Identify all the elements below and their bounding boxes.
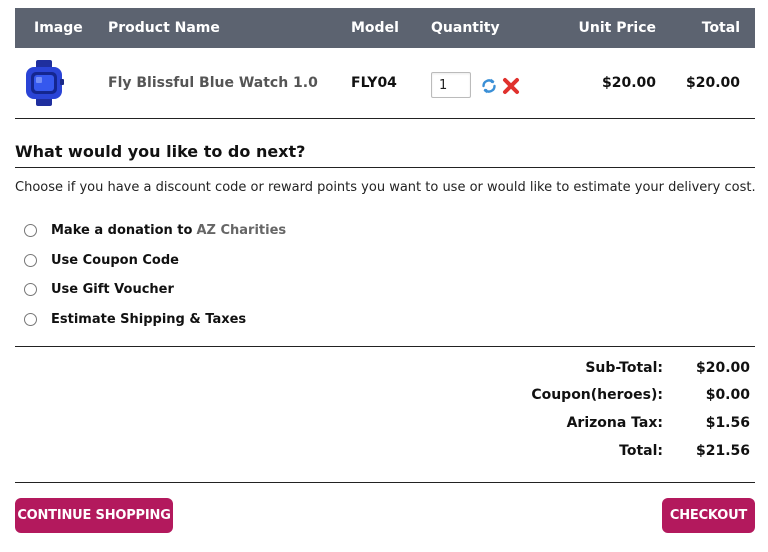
total-label: Total: bbox=[619, 443, 663, 459]
option-gift-voucher[interactable]: Use Gift Voucher bbox=[24, 280, 174, 298]
shopping-cart-page: Image Product Name Model Quantity Unit P… bbox=[0, 0, 768, 552]
tax-value: $1.56 bbox=[705, 415, 750, 431]
next-section-title: What would you like to do next? bbox=[15, 142, 755, 168]
option-coupon-label: Use Coupon Code bbox=[51, 252, 179, 268]
column-header-quantity: Quantity bbox=[431, 20, 500, 36]
remove-icon[interactable] bbox=[502, 77, 520, 95]
divider bbox=[15, 346, 755, 347]
divider bbox=[15, 482, 755, 483]
radio-gift-voucher[interactable] bbox=[24, 282, 37, 296]
column-header-image: Image bbox=[34, 20, 83, 36]
column-header-total: Total bbox=[701, 20, 740, 36]
option-gift-voucher-label: Use Gift Voucher bbox=[51, 281, 174, 297]
coupon-value: $0.00 bbox=[705, 387, 750, 403]
column-header-product-name: Product Name bbox=[108, 20, 220, 36]
subtotal-row: Sub-Total: $20.00 bbox=[490, 360, 750, 380]
total-row: Total: $21.56 bbox=[490, 443, 750, 463]
option-donation-label: Make a donation to bbox=[51, 222, 193, 238]
coupon-row: Coupon(heroes): $0.00 bbox=[490, 387, 750, 407]
column-header-unit-price: Unit Price bbox=[578, 20, 656, 36]
radio-donation[interactable] bbox=[24, 223, 37, 237]
option-donation[interactable]: Make a donation to AZ Charities bbox=[24, 221, 286, 239]
quantity-input[interactable] bbox=[431, 72, 471, 98]
product-name-link[interactable]: Fly Blissful Blue Watch 1.0 bbox=[108, 48, 318, 118]
product-model: FLY04 bbox=[351, 75, 397, 91]
refresh-icon[interactable] bbox=[480, 77, 498, 95]
tax-row: Arizona Tax: $1.56 bbox=[490, 415, 750, 435]
option-coupon[interactable]: Use Coupon Code bbox=[24, 251, 179, 269]
cart-table-header: Image Product Name Model Quantity Unit P… bbox=[15, 8, 755, 48]
cart-table-row: Fly Blissful Blue Watch 1.0 FLY04 $20.00… bbox=[15, 48, 755, 119]
checkout-button[interactable]: CHECKOUT bbox=[662, 498, 755, 533]
column-header-model: Model bbox=[351, 20, 399, 36]
blue-watch-image[interactable] bbox=[23, 60, 65, 106]
total-value: $21.56 bbox=[695, 443, 750, 459]
radio-coupon[interactable] bbox=[24, 253, 37, 267]
az-charities-link[interactable]: AZ Charities bbox=[196, 223, 286, 238]
subtotal-value: $20.00 bbox=[695, 360, 750, 376]
tax-label: Arizona Tax: bbox=[566, 415, 663, 431]
radio-estimate-shipping[interactable] bbox=[24, 312, 37, 326]
line-total: $20.00 bbox=[685, 75, 740, 91]
option-estimate-shipping-label: Estimate Shipping & Taxes bbox=[51, 311, 247, 327]
next-section-description: Choose if you have a discount code or re… bbox=[15, 180, 756, 195]
continue-shopping-button[interactable]: CONTINUE SHOPPING bbox=[15, 498, 173, 533]
option-estimate-shipping[interactable]: Estimate Shipping & Taxes bbox=[24, 310, 246, 328]
subtotal-label: Sub-Total: bbox=[585, 360, 663, 376]
coupon-label: Coupon(heroes): bbox=[531, 387, 663, 403]
unit-price: $20.00 bbox=[601, 75, 656, 91]
